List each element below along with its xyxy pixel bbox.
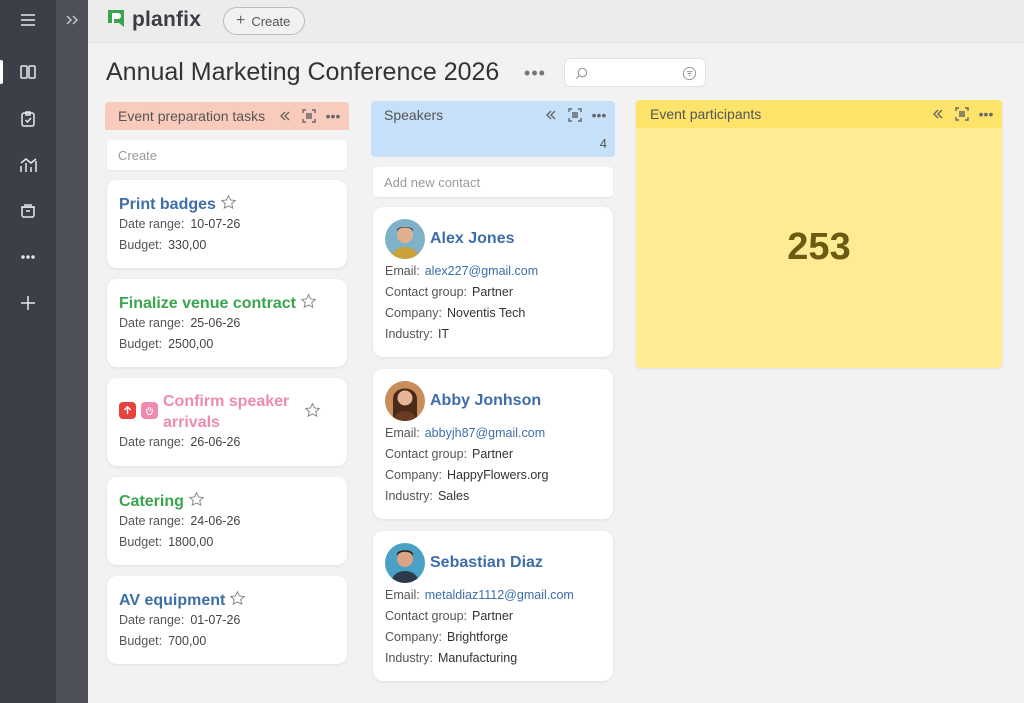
industry-field: Industry: Manufacturing	[385, 651, 518, 665]
date-range-field: Date range: 25-06-26	[119, 316, 241, 330]
email-link[interactable]: abbyjh87@gmail.com	[425, 426, 545, 440]
avatar	[385, 543, 425, 583]
industry-field: Industry: Sales	[385, 489, 470, 503]
collapse-icon[interactable]	[930, 106, 946, 122]
email-field: Email: abbyjh87@gmail.com	[385, 426, 546, 440]
scan-icon[interactable]	[954, 106, 970, 122]
avatar	[385, 381, 425, 421]
create-button[interactable]: + Create	[223, 7, 306, 35]
filter-icon[interactable]	[682, 66, 697, 81]
search-input[interactable]	[564, 58, 706, 87]
star-icon[interactable]	[304, 402, 321, 419]
search-icon	[575, 67, 588, 80]
logo-text: planfix	[132, 8, 202, 31]
plus-icon: +	[236, 12, 246, 29]
company-field: Company: Noventis Tech	[385, 306, 526, 320]
task-title: AV equipment	[119, 592, 226, 609]
contact-group-field: Contact group: Partner	[385, 447, 513, 461]
contact-group-field: Contact group: Partner	[385, 285, 513, 299]
task-card[interactable]: Confirm speaker arrivals Date range: 26-0…	[107, 378, 347, 466]
planfix-logo[interactable]: planfix	[106, 8, 201, 32]
top-bar: planfix + Create	[88, 0, 1024, 43]
email-link[interactable]: metaldiaz1112@gmail.com	[425, 588, 574, 602]
column-title: Event participants	[650, 106, 762, 122]
secondary-rail	[56, 0, 88, 703]
contact-card[interactable]: Sebastian Diaz Email: metaldiaz1112@gmail…	[373, 531, 613, 681]
email-link[interactable]: alex227@gmail.com	[425, 264, 538, 278]
planfix-logo-icon	[108, 10, 124, 27]
contact-name[interactable]: Abby Jonhson	[430, 392, 541, 410]
column-header-speakers: Speakers •••	[371, 101, 615, 129]
date-range-field: Date range: 10-07-26	[119, 217, 241, 231]
create-task-input[interactable]: Create	[107, 140, 347, 170]
company-field: Company: HappyFlowers.org	[385, 468, 549, 482]
analytics-icon[interactable]	[0, 145, 56, 185]
contact-card[interactable]: Alex Jones Email: alex227@gmail.com Conta…	[373, 207, 613, 357]
speakers-count-bar: 4	[371, 129, 615, 157]
task-title-line: arrivals	[163, 414, 220, 431]
tasks-icon[interactable]	[0, 99, 56, 139]
date-range-field: Date range: 26-06-26	[119, 435, 241, 449]
column-title: Speakers	[384, 107, 444, 123]
expand-panel-icon[interactable]	[56, 4, 88, 36]
avatar	[385, 219, 425, 259]
priority-up-icon	[119, 402, 136, 419]
task-title-row[interactable]: Finalize venue contract	[119, 293, 317, 313]
star-icon[interactable]	[300, 293, 317, 310]
hand-stop-icon	[141, 402, 158, 419]
budget-field: Budget: 2500,00	[119, 337, 214, 351]
left-nav-rail	[0, 0, 56, 703]
task-title-line: Confirm speaker	[163, 393, 290, 410]
collapse-icon[interactable]	[543, 107, 559, 123]
column-header-participants: Event participants •••	[636, 100, 1002, 128]
participants-column: Event participants ••• 253	[636, 100, 1002, 368]
contact-name[interactable]: Sebastian Diaz	[430, 554, 543, 572]
task-card[interactable]: Catering Date range: 24-06-26 Budget: 1800…	[107, 477, 347, 565]
task-card[interactable]: Finalize venue contract Date range: 25-06…	[107, 279, 347, 367]
more-icon[interactable]	[0, 237, 56, 277]
page-title: Annual Marketing Conference 2026	[106, 58, 500, 86]
column-more-icon[interactable]: •••	[325, 108, 341, 124]
contact-card[interactable]: Abby Jonhson Email: abbyjh87@gmail.com Co…	[373, 369, 613, 519]
task-title: Print badges	[119, 196, 216, 213]
date-range-field: Date range: 01-07-26	[119, 613, 241, 627]
company-field: Company: Brightforge	[385, 630, 509, 644]
participants-count: 253	[787, 226, 851, 268]
task-card[interactable]: AV equipment Date range: 01-07-26 Budget:…	[107, 576, 347, 664]
archive-icon[interactable]	[0, 191, 56, 231]
scan-icon[interactable]	[567, 107, 583, 123]
column-header-tasks: Event preparation tasks •••	[105, 102, 349, 130]
board-icon[interactable]	[0, 52, 56, 92]
date-range-field: Date range: 24-06-26	[119, 514, 241, 528]
star-icon[interactable]	[220, 194, 237, 211]
create-button-label: Create	[251, 13, 291, 29]
task-card[interactable]: Print badges Date range: 10-07-26 Budget:…	[107, 180, 347, 268]
star-icon[interactable]	[229, 590, 246, 607]
add-icon[interactable]	[0, 283, 56, 323]
email-field: Email: alex227@gmail.com	[385, 264, 539, 278]
industry-field: Industry: IT	[385, 327, 450, 341]
task-title-row[interactable]: Print badges	[119, 194, 237, 214]
title-more-icon[interactable]: •••	[523, 62, 547, 84]
star-icon[interactable]	[188, 491, 205, 508]
menu-icon[interactable]	[0, 0, 56, 40]
task-title-row[interactable]: AV equipment	[119, 590, 246, 610]
budget-field: Budget: 1800,00	[119, 535, 214, 549]
task-title: Catering	[119, 493, 184, 510]
scan-icon[interactable]	[301, 108, 317, 124]
column-more-icon[interactable]: •••	[978, 106, 994, 122]
task-title-row[interactable]: Catering	[119, 491, 205, 511]
task-title[interactable]: Confirm speaker arrivals	[163, 391, 289, 433]
column-title: Event preparation tasks	[118, 108, 266, 124]
collapse-icon[interactable]	[277, 108, 293, 124]
task-title: Finalize venue contract	[119, 295, 296, 312]
budget-field: Budget: 330,00	[119, 238, 207, 252]
email-field: Email: metaldiaz1112@gmail.com	[385, 588, 574, 602]
add-contact-input[interactable]: Add new contact	[373, 167, 613, 197]
budget-field: Budget: 700,00	[119, 634, 207, 648]
contact-group-field: Contact group: Partner	[385, 609, 513, 623]
column-more-icon[interactable]: •••	[591, 107, 607, 123]
contact-name[interactable]: Alex Jones	[430, 230, 514, 248]
speakers-count: 4	[599, 136, 607, 151]
